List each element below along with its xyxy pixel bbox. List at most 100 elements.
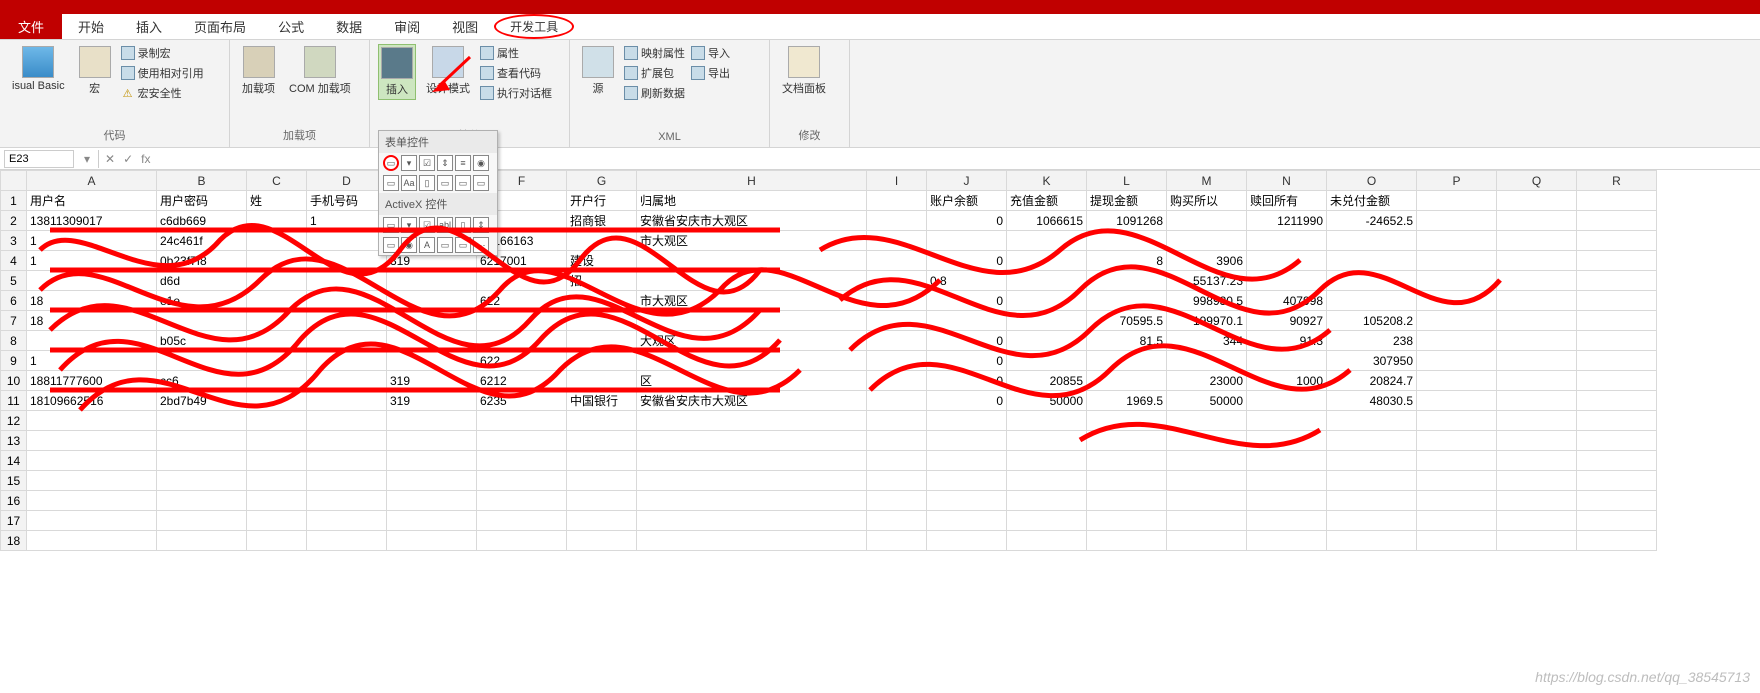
ax-scroll-icon[interactable]: ⇕ (473, 217, 489, 233)
cell[interactable]: d6d (157, 271, 247, 291)
cell[interactable] (247, 211, 307, 231)
cell[interactable] (1167, 231, 1247, 251)
cell[interactable] (387, 491, 477, 511)
cell[interactable] (1577, 431, 1657, 451)
cell[interactable]: 市大观区 (637, 231, 867, 251)
cell[interactable]: 账户余额 (927, 191, 1007, 211)
col-header[interactable]: I (867, 171, 927, 191)
cell[interactable]: 23000 (1167, 371, 1247, 391)
cell[interactable]: 90927 (1247, 311, 1327, 331)
cell[interactable] (567, 231, 637, 251)
macro-button[interactable]: 宏 (75, 44, 115, 98)
cell[interactable] (1497, 491, 1577, 511)
doc-panel-button[interactable]: 文档面板 (778, 44, 830, 98)
cell[interactable] (927, 531, 1007, 551)
enter-icon[interactable]: ✓ (119, 152, 137, 166)
cell[interactable] (637, 411, 867, 431)
cell[interactable] (637, 271, 867, 291)
cell[interactable] (387, 271, 477, 291)
cell[interactable] (1087, 231, 1167, 251)
cell[interactable] (1087, 411, 1167, 431)
cell[interactable]: 大观区 (637, 331, 867, 351)
cell[interactable]: 1211990 (1247, 211, 1327, 231)
group-control-icon[interactable]: ▭ (383, 175, 399, 191)
cell[interactable] (1327, 531, 1417, 551)
cell[interactable] (1007, 331, 1087, 351)
cell[interactable] (927, 311, 1007, 331)
cell[interactable] (637, 311, 867, 331)
cell[interactable]: 用户密码 (157, 191, 247, 211)
fx-icon[interactable]: fx (137, 152, 154, 166)
cell[interactable]: 8 (1087, 251, 1167, 271)
cell[interactable] (477, 431, 567, 451)
cell[interactable] (307, 251, 387, 271)
cell[interactable]: 区 (637, 371, 867, 391)
cell[interactable] (1497, 471, 1577, 491)
cell[interactable] (307, 331, 387, 351)
cell[interactable] (1497, 211, 1577, 231)
cell[interactable] (867, 491, 927, 511)
cell[interactable] (1577, 411, 1657, 431)
cell[interactable]: 344 (1167, 331, 1247, 351)
cell[interactable] (927, 471, 1007, 491)
cell[interactable]: 998930.5 (1167, 291, 1247, 311)
cell[interactable] (247, 451, 307, 471)
cell[interactable]: 319 (387, 371, 477, 391)
row-header[interactable]: 9 (1, 351, 27, 371)
row-header[interactable]: 5 (1, 271, 27, 291)
spreadsheet[interactable]: ABCDEFGHIJKLMNOPQR 1用户名用户密码姓手机号码开户行归属地账户… (0, 170, 1657, 551)
cell[interactable] (387, 291, 477, 311)
row-header[interactable]: 6 (1, 291, 27, 311)
cell[interactable] (477, 531, 567, 551)
cell[interactable] (27, 471, 157, 491)
cell[interactable] (247, 411, 307, 431)
cell[interactable] (867, 311, 927, 331)
cell[interactable] (387, 331, 477, 351)
cell[interactable] (1007, 411, 1087, 431)
cell[interactable]: 手机号码 (307, 191, 387, 211)
col-header[interactable]: G (567, 171, 637, 191)
cell[interactable] (567, 351, 637, 371)
col-header[interactable]: P (1417, 171, 1497, 191)
cell[interactable] (1497, 231, 1577, 251)
com-addins-button[interactable]: COM 加载项 (285, 44, 355, 98)
cell[interactable]: 0b23f7f8 (157, 251, 247, 271)
cell[interactable]: b05c (157, 331, 247, 351)
cell[interactable]: 622 (477, 351, 567, 371)
col-header[interactable]: J (927, 171, 1007, 191)
cell[interactable] (1417, 431, 1497, 451)
cell[interactable] (1247, 531, 1327, 551)
run-dialog-button[interactable]: 执行对话框 (480, 84, 552, 102)
cell[interactable] (247, 251, 307, 271)
cell[interactable]: 20855 (1007, 371, 1087, 391)
cell[interactable] (867, 531, 927, 551)
cell[interactable] (1497, 271, 1577, 291)
cell[interactable] (1167, 491, 1247, 511)
cell[interactable]: 开户行 (567, 191, 637, 211)
cell[interactable] (1577, 351, 1657, 371)
cell[interactable] (1497, 331, 1577, 351)
cell[interactable] (867, 291, 927, 311)
cell[interactable] (867, 251, 927, 271)
row-header[interactable]: 4 (1, 251, 27, 271)
cell[interactable] (1007, 471, 1087, 491)
cell[interactable] (1577, 211, 1657, 231)
cell[interactable] (1247, 351, 1327, 371)
cell[interactable] (1497, 511, 1577, 531)
cell[interactable]: 购买所以 (1167, 191, 1247, 211)
ax-label-icon[interactable]: A (419, 237, 435, 253)
cell[interactable]: 18109662516 (27, 391, 157, 411)
cell[interactable] (927, 451, 1007, 471)
row-header[interactable]: 10 (1, 371, 27, 391)
scrollbar-control-icon[interactable]: ▯ (419, 175, 435, 191)
row-header[interactable]: 3 (1, 231, 27, 251)
cell[interactable] (387, 351, 477, 371)
corner-cell[interactable] (1, 171, 27, 191)
visual-basic-button[interactable]: isual Basic (8, 44, 69, 94)
spinner-control-icon[interactable]: ⇕ (437, 155, 453, 171)
row-header[interactable]: 14 (1, 451, 27, 471)
cell[interactable]: 3906 (1167, 251, 1247, 271)
option-control-icon[interactable]: ◉ (473, 155, 489, 171)
macro-security-button[interactable]: ⚠宏安全性 (121, 84, 204, 102)
cell[interactable] (1087, 511, 1167, 531)
